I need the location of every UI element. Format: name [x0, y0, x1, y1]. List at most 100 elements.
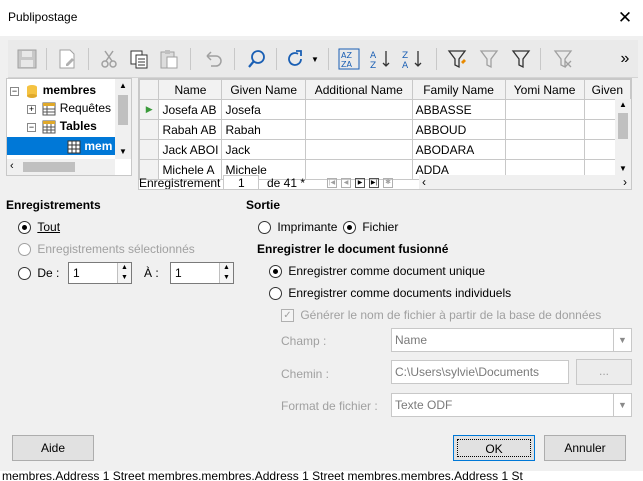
scroll-up-icon[interactable]: ▲: [115, 79, 131, 93]
table-cell[interactable]: ABBOUD: [411, 119, 506, 140]
autofilter-icon[interactable]: [444, 46, 470, 72]
row-header[interactable]: [139, 119, 160, 140]
scroll-down-icon[interactable]: ▼: [115, 145, 131, 159]
tree-vertical-scrollbar[interactable]: ▲ ▼: [115, 79, 131, 159]
scroll-left-icon[interactable]: ‹: [10, 160, 14, 172]
to-label: À :: [144, 266, 159, 280]
collapse-icon[interactable]: −: [27, 123, 36, 132]
path-field[interactable]: C:\Users\sylvie\Documents: [391, 360, 569, 384]
table-cell[interactable]: Rabah AB: [158, 119, 223, 140]
table-cell[interactable]: [304, 119, 413, 140]
table-cell[interactable]: ABODARA: [411, 139, 506, 160]
copy-icon[interactable]: [126, 46, 152, 72]
scroll-up-icon[interactable]: ▲: [615, 99, 631, 111]
radio-button-icon[interactable]: [18, 221, 31, 235]
new-record-icon[interactable]: ✱: [383, 178, 393, 188]
to-record-stepper[interactable]: 1 ▲ ▼: [170, 262, 234, 284]
scroll-down-icon[interactable]: ▼: [615, 163, 631, 175]
generate-filename-checkbox[interactable]: ✓ Générer le nom de fichier à partir de …: [281, 308, 601, 323]
increment-icon[interactable]: ▲: [118, 263, 131, 273]
expand-icon[interactable]: +: [27, 105, 36, 114]
undo-icon[interactable]: [200, 46, 226, 72]
close-button[interactable]: ✕: [616, 9, 634, 27]
table-cell[interactable]: Jack: [221, 139, 306, 160]
radio-selected-records[interactable]: Enregistrements sélectionnés: [18, 242, 195, 257]
table-cell[interactable]: [504, 99, 585, 120]
radio-button-icon[interactable]: [258, 221, 271, 235]
tree-item-membres-table[interactable]: mem: [7, 137, 117, 155]
paste-icon[interactable]: [156, 46, 182, 72]
grid-horizontal-scrollbar[interactable]: ‹ ›: [419, 175, 631, 189]
sort-ascending-icon[interactable]: AZ: [368, 46, 394, 72]
tree-horizontal-scrollbar[interactable]: ‹: [7, 159, 115, 175]
first-record-icon[interactable]: |◀: [327, 178, 337, 188]
tree-item-tables[interactable]: − Tables: [27, 117, 97, 135]
radio-individual-documents[interactable]: Enregistrer comme documents individuels: [269, 286, 511, 301]
scroll-left-icon[interactable]: ‹: [422, 175, 426, 189]
checkmark-icon[interactable]: ✓: [281, 309, 294, 323]
table-cell[interactable]: ABBASSE: [411, 99, 506, 120]
scroll-right-icon[interactable]: ›: [623, 175, 627, 189]
record-number-field[interactable]: 1: [223, 175, 259, 189]
table-row[interactable]: ▶ Josefa AB Josefa ABBASSE: [139, 99, 631, 120]
format-dropdown[interactable]: Texte ODF ▼: [391, 393, 632, 417]
column-header[interactable]: Given Name: [221, 79, 306, 100]
previous-record-icon[interactable]: ◀: [341, 178, 351, 188]
refresh-dropdown-icon[interactable]: ▼: [308, 46, 322, 72]
cut-icon[interactable]: [96, 46, 122, 72]
column-header[interactable]: Given: [583, 79, 631, 100]
tree-item-requetes[interactable]: + Requêtes: [27, 99, 111, 117]
standard-filter-icon[interactable]: [476, 46, 502, 72]
tree-item-membres[interactable]: − membres: [10, 81, 96, 99]
table-cell[interactable]: [304, 99, 413, 120]
radio-button-icon[interactable]: [18, 243, 31, 257]
grid-vertical-scrollbar[interactable]: ▲ ▼: [615, 99, 631, 175]
refresh-icon[interactable]: [282, 46, 308, 72]
next-record-icon[interactable]: ▶: [355, 178, 365, 188]
decrement-icon[interactable]: ▼: [220, 273, 233, 283]
radio-from[interactable]: De :: [18, 266, 59, 281]
help-button[interactable]: Aide: [12, 435, 94, 461]
sort-dialog-icon[interactable]: AZ ZA: [336, 46, 362, 72]
last-record-icon[interactable]: ▶|: [369, 178, 379, 188]
chevron-down-icon[interactable]: ▼: [613, 329, 631, 351]
filter-icon[interactable]: [508, 46, 534, 72]
table-row[interactable]: Rabah AB Rabah ABBOUD: [139, 119, 631, 140]
save-icon[interactable]: [14, 46, 40, 72]
search-icon[interactable]: [244, 46, 270, 72]
table-cell[interactable]: Josefa: [221, 99, 306, 120]
table-cell[interactable]: [304, 139, 413, 160]
table-cell[interactable]: Josefa AB: [158, 99, 223, 120]
ok-button[interactable]: OK: [453, 435, 535, 461]
from-record-stepper[interactable]: 1 ▲ ▼: [68, 262, 132, 284]
column-header[interactable]: Yomi Name: [504, 79, 585, 100]
radio-button-icon[interactable]: [18, 267, 31, 281]
sort-descending-icon[interactable]: ZA: [400, 46, 426, 72]
cancel-button[interactable]: Annuler: [544, 435, 626, 461]
table-cell[interactable]: Rabah: [221, 119, 306, 140]
radio-all[interactable]: Tout: [18, 220, 60, 235]
table-row[interactable]: Jack ABOI Jack ABODARA: [139, 139, 631, 160]
table-cell[interactable]: [504, 139, 585, 160]
row-header[interactable]: [139, 139, 160, 160]
radio-button-icon[interactable]: [269, 287, 282, 301]
remove-filter-icon[interactable]: [550, 46, 576, 72]
radio-file[interactable]: Fichier: [343, 220, 398, 235]
radio-printer[interactable]: Imprimante: [258, 220, 337, 235]
table-cell[interactable]: [504, 119, 585, 140]
column-header[interactable]: Name: [158, 79, 223, 100]
more-options-icon[interactable]: »: [612, 46, 638, 72]
table-cell[interactable]: Jack ABOI: [158, 139, 223, 160]
field-dropdown[interactable]: Name ▼: [391, 328, 632, 352]
chevron-down-icon[interactable]: ▼: [613, 394, 631, 416]
browse-button[interactable]: ...: [576, 359, 632, 385]
radio-button-icon[interactable]: [269, 265, 282, 279]
edit-document-icon[interactable]: [54, 46, 80, 72]
column-header[interactable]: Family Name: [411, 79, 506, 100]
increment-icon[interactable]: ▲: [220, 263, 233, 273]
radio-single-document[interactable]: Enregistrer comme document unique: [269, 264, 485, 279]
decrement-icon[interactable]: ▼: [118, 273, 131, 283]
radio-button-icon[interactable]: [343, 221, 356, 235]
collapse-icon[interactable]: −: [10, 87, 19, 96]
column-header[interactable]: Additional Name: [304, 79, 413, 100]
